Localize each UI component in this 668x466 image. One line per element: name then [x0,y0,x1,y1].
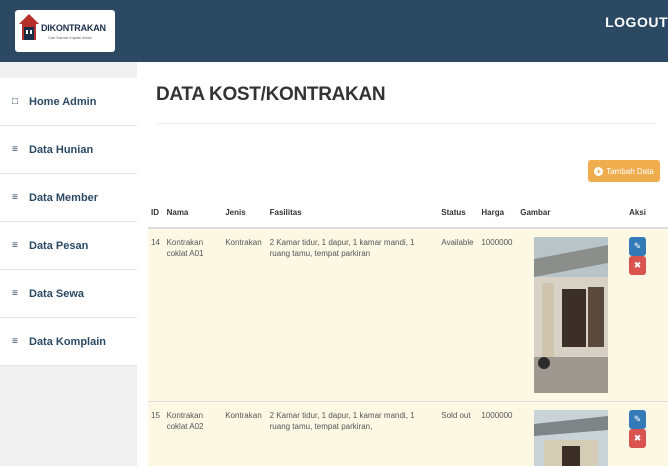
cell-fasilitas: 2 Kamar tidur, 1 dapur, 1 kamar mandi, 1… [266,401,439,466]
edit-button[interactable]: ✎ [629,237,647,256]
data-table: ID Nama Jenis Fasilitas Status Harga Gam… [148,198,668,466]
sidebar: □ Home Admin ≡ Data Hunian ≡ Data Member… [0,62,137,466]
logout-link[interactable]: LOGOUT [605,14,668,30]
page-title: DATA KOST/KONTRAKAN [156,84,386,105]
column-header-gambar: Gambar [517,198,627,229]
column-header-status: Status [438,198,479,229]
edit-icon: ✎ [633,241,642,251]
house-photo [534,237,609,393]
sidebar-item-label: Data Pesan [29,239,89,252]
cell-aksi: ✎✖ [626,401,668,466]
delete-button[interactable]: ✖ [629,429,647,448]
column-header-jenis: Jenis [222,198,267,229]
cell-gambar [517,401,627,466]
cell-id: 15 [148,401,164,466]
edit-button[interactable]: ✎ [629,410,647,429]
cell-jenis: Kontrakan [222,227,267,402]
monitor-icon: □ [12,96,19,107]
cell-fasilitas: 2 Kamar tidur, 1 dapur, 1 kamar mandi, 1… [266,227,439,402]
logo-text: DIKONTRAKAN [41,23,106,33]
top-navbar: DIKONTRAKAN Cari Kamar Impian Anda LOGOU… [0,0,668,62]
house-logo-icon [19,14,39,40]
sidebar-item-label: Home Admin [29,95,97,108]
sidebar-item-data-komplain[interactable]: ≡ Data Komplain [0,318,137,366]
column-header-harga: Harga [478,198,518,229]
delete-button[interactable]: ✖ [629,256,647,275]
trash-icon: ✖ [633,260,642,270]
list-icon: ≡ [12,336,18,347]
logo-tagline: Cari Kamar Impian Anda [48,35,92,40]
table-row: 14 Kontrakan coklat A01 Kontrakan 2 Kama… [148,227,668,402]
cell-harga: 1000000 [478,227,518,402]
column-header-aksi: Aksi [626,198,668,229]
column-header-fasilitas: Fasilitas [266,198,439,229]
cell-status: Available [438,227,479,402]
cell-gambar [517,227,627,402]
sidebar-item-data-hunian[interactable]: ≡ Data Hunian [0,126,137,174]
cell-nama: Kontrakan coklat A02 [163,401,223,466]
main-content: DATA KOST/KONTRAKAN + Tambah Data ID Nam… [137,62,668,466]
list-icon: ≡ [12,240,18,251]
list-icon: ≡ [12,288,18,299]
cell-aksi: ✎✖ [626,227,668,402]
sidebar-item-home-admin[interactable]: □ Home Admin [0,78,137,126]
brand-logo[interactable]: DIKONTRAKAN Cari Kamar Impian Anda [15,10,115,52]
sidebar-item-label: Data Hunian [29,143,94,156]
edit-icon: ✎ [633,414,642,424]
sidebar-item-label: Data Member [29,191,99,204]
trash-icon: ✖ [633,433,642,443]
cell-nama: Kontrakan coklat A01 [163,227,223,402]
list-icon: ≡ [12,192,18,203]
sidebar-item-data-sewa[interactable]: ≡ Data Sewa [0,270,137,318]
sidebar-item-label: Data Komplain [29,335,107,348]
cell-harga: 1000000 [478,401,518,466]
plus-icon: + [594,166,604,176]
list-icon: ≡ [12,144,18,155]
column-header-nama: Nama [163,198,223,229]
sidebar-item-data-pesan[interactable]: ≡ Data Pesan [0,222,137,270]
sidebar-item-data-member[interactable]: ≡ Data Member [0,174,137,222]
cell-id: 14 [148,227,164,402]
table-row: 15 Kontrakan coklat A02 Kontrakan 2 Kama… [148,401,668,466]
sidebar-menu: □ Home Admin ≡ Data Hunian ≡ Data Member… [0,78,137,366]
house-photo [534,410,609,466]
add-data-label: Tambah Data [606,166,654,176]
title-divider [156,123,656,124]
cell-status: Sold out [438,401,479,466]
sidebar-item-label: Data Sewa [29,287,85,300]
column-header-id: ID [148,198,164,229]
cell-jenis: Kontrakan [222,401,267,466]
add-data-button[interactable]: + Tambah Data [588,160,660,182]
table-header-row: ID Nama Jenis Fasilitas Status Harga Gam… [148,198,668,229]
